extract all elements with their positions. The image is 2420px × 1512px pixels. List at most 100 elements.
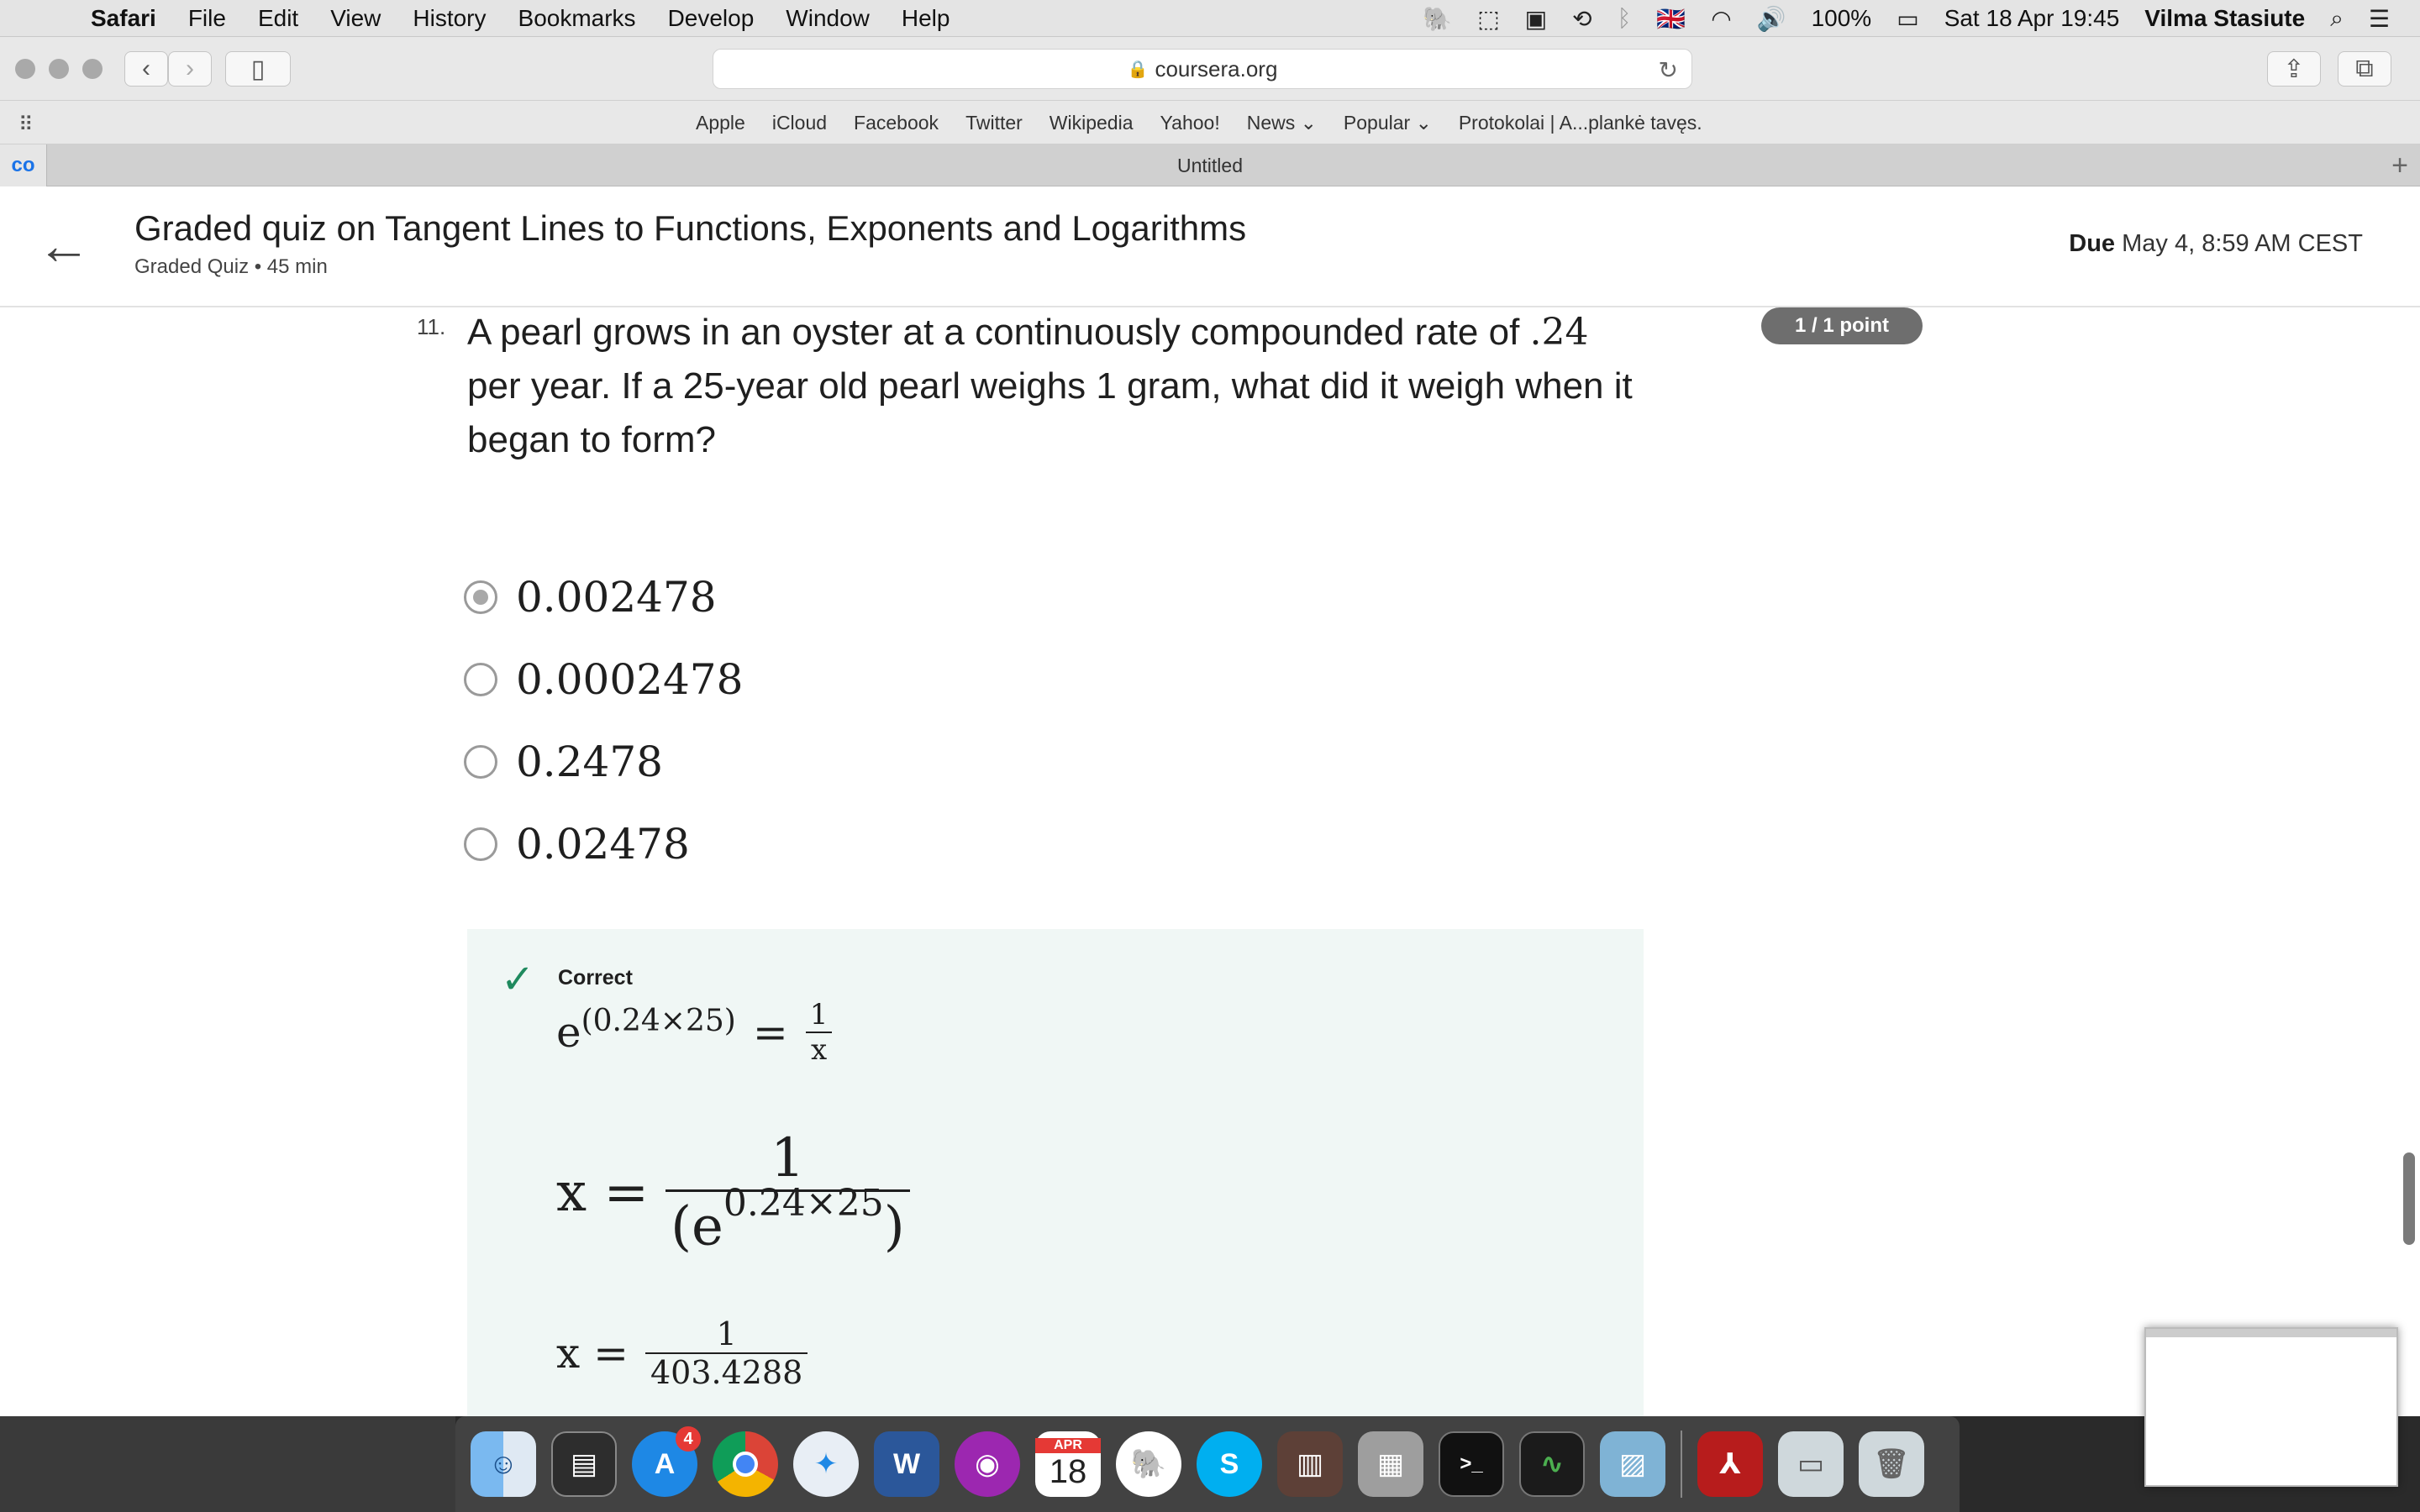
- input-source-flag-icon[interactable]: 🇬🇧: [1656, 5, 1686, 33]
- option-label: 0.0002478: [516, 655, 744, 704]
- answer-option-3[interactable]: 0.2478: [464, 732, 663, 791]
- bookmark-popular-folder[interactable]: Popular ⌄: [1344, 112, 1432, 134]
- answer-option-1[interactable]: 0.002478: [464, 568, 717, 627]
- bookmark-facebook[interactable]: Facebook: [854, 112, 939, 134]
- trash-icon[interactable]: 🗑: [1859, 1431, 1924, 1497]
- activity-monitor-icon[interactable]: ∿: [1519, 1431, 1585, 1497]
- radio-button[interactable]: [464, 827, 497, 861]
- answer-option-4[interactable]: 0.02478: [464, 815, 690, 874]
- calibre-icon[interactable]: ▥: [1277, 1431, 1343, 1497]
- eq3-fraction: 1 403.4288: [645, 1315, 808, 1391]
- eq1-exponent: (0.24×25): [581, 1003, 736, 1038]
- bookmark-yahoo[interactable]: Yahoo!: [1160, 112, 1220, 134]
- calculator-icon[interactable]: ▦: [1358, 1431, 1423, 1497]
- share-icon: ⇪: [2283, 55, 2305, 83]
- chrome-icon[interactable]: [713, 1431, 778, 1497]
- finder-icon[interactable]: ☺: [471, 1431, 536, 1497]
- answer-option-2[interactable]: 0.0002478: [464, 650, 743, 709]
- calendar-month: APR: [1035, 1437, 1101, 1453]
- web-page: ← Graded quiz on Tangent Lines to Functi…: [0, 186, 2420, 1416]
- due-date: Due May 4, 8:59 AM CEST: [2069, 230, 2363, 258]
- acrobat-icon[interactable]: ⅄: [1697, 1431, 1763, 1497]
- reload-icon[interactable]: ↻: [1659, 56, 1678, 84]
- tab-overview-button[interactable]: ⧉: [2338, 51, 2391, 87]
- menu-bar: Safari File Edit View History Bookmarks …: [0, 0, 2420, 37]
- eq2-den-open: (e: [671, 1195, 723, 1258]
- bookmark-news-folder[interactable]: News ⌄: [1247, 112, 1317, 134]
- eq1-numerator: 1: [809, 998, 829, 1032]
- radio-button-selected[interactable]: [464, 580, 497, 614]
- spotlight-search-icon[interactable]: ⌕: [2330, 5, 2344, 33]
- forward-button[interactable]: ›: [168, 51, 212, 87]
- bluetooth-icon[interactable]: ᛒ: [1618, 5, 1632, 32]
- menu-history[interactable]: History: [413, 5, 486, 32]
- zoom-window-button[interactable]: [82, 59, 103, 79]
- calendar-icon[interactable]: APR 18: [1035, 1431, 1101, 1497]
- radio-button[interactable]: [464, 745, 497, 779]
- safari-icon[interactable]: ✦: [793, 1431, 859, 1497]
- bookmark-protokolai[interactable]: Protokolai | A...plankė tavęs.: [1459, 112, 1702, 134]
- battery-icon[interactable]: ▭: [1897, 5, 1918, 33]
- menu-develop[interactable]: Develop: [668, 5, 755, 32]
- minimize-window-button[interactable]: [49, 59, 69, 79]
- eq2-den-close: ): [883, 1195, 905, 1258]
- wifi-icon[interactable]: ◠: [1711, 5, 1731, 33]
- active-tab[interactable]: Untitled: [47, 144, 2373, 186]
- app-store-icon[interactable]: A4: [632, 1426, 701, 1497]
- bookmark-twitter[interactable]: Twitter: [965, 112, 1023, 134]
- screenshot-status-icon[interactable]: ⬚: [1477, 5, 1499, 33]
- bookmark-wikipedia[interactable]: Wikipedia: [1050, 112, 1134, 134]
- radio-button[interactable]: [464, 663, 497, 696]
- word-icon[interactable]: W: [874, 1431, 939, 1497]
- podcasts-icon[interactable]: ◉: [955, 1431, 1020, 1497]
- page-scrollbar[interactable]: [2403, 1152, 2415, 1245]
- evernote-status-icon[interactable]: 🐘: [1423, 5, 1452, 33]
- favorites-grid-icon[interactable]: ⠿: [18, 113, 34, 137]
- screenshot-thumbnail[interactable]: [2144, 1327, 2398, 1487]
- eq3-lhs: x =: [556, 1329, 629, 1378]
- notification-center-icon[interactable]: ☰: [2369, 5, 2390, 33]
- quiz-header: ← Graded quiz on Tangent Lines to Functi…: [0, 186, 2420, 307]
- address-bar[interactable]: 🔒 coursera.org ↻: [713, 49, 1692, 89]
- pinned-tab-coursera[interactable]: co: [0, 144, 47, 186]
- back-arrow-icon[interactable]: ←: [37, 218, 91, 272]
- display-status-icon[interactable]: ▣: [1525, 5, 1547, 33]
- evernote-icon[interactable]: 🐘: [1116, 1431, 1181, 1497]
- time-machine-icon[interactable]: ⟲: [1572, 5, 1591, 33]
- dock: ☺ ▤ A4 ✦ W ◉ APR 18 🐘 S ▥ ▦ >_ ∿ ▨ ⅄ ▭ 🗑: [455, 1416, 1960, 1512]
- question-number: 11.: [417, 314, 446, 339]
- disk-icon[interactable]: ▭: [1778, 1431, 1844, 1497]
- question-text: A pearl grows in an oyster at a continuo…: [467, 306, 1644, 467]
- image-capture-icon[interactable]: ▤: [551, 1431, 617, 1497]
- bookmark-apple[interactable]: Apple: [696, 112, 745, 134]
- eq2-lhs: x =: [556, 1161, 650, 1224]
- eq3-denominator: 403.4288: [645, 1352, 808, 1391]
- quiz-subtitle: Graded Quiz • 45 min: [134, 255, 328, 278]
- menu-user[interactable]: Vilma Stasiute: [2144, 5, 2305, 32]
- menu-bookmarks[interactable]: Bookmarks: [518, 5, 636, 32]
- eq2-denominator: (e0.24×25): [666, 1182, 910, 1258]
- new-tab-icon[interactable]: +: [2391, 150, 2408, 182]
- menu-app-safari[interactable]: Safari: [91, 5, 156, 32]
- terminal-icon[interactable]: >_: [1439, 1431, 1504, 1497]
- sidebar-toggle-button[interactable]: ▯: [225, 51, 291, 87]
- menu-file[interactable]: File: [188, 5, 226, 32]
- preview-icon[interactable]: ▨: [1600, 1431, 1665, 1497]
- menu-view[interactable]: View: [330, 5, 381, 32]
- skype-icon[interactable]: S: [1197, 1431, 1262, 1497]
- menu-help[interactable]: Help: [902, 5, 950, 32]
- menu-edit[interactable]: Edit: [258, 5, 298, 32]
- battery-percentage[interactable]: 100%: [1812, 5, 1872, 32]
- bookmark-icloud[interactable]: iCloud: [772, 112, 827, 134]
- close-window-button[interactable]: [15, 59, 35, 79]
- eq3-numerator: 1: [716, 1315, 737, 1352]
- eq1-denominator: x: [805, 1032, 833, 1067]
- menu-window[interactable]: Window: [786, 5, 870, 32]
- back-button[interactable]: ‹: [124, 51, 168, 87]
- eq2-fraction: 1 (e0.24×25): [666, 1127, 910, 1257]
- browser-toolbar: ‹ › ▯ 🔒 coursera.org ↻ ⇪ ⧉: [0, 37, 2420, 101]
- volume-icon[interactable]: 🔊: [1757, 5, 1786, 33]
- share-button[interactable]: ⇪: [2267, 51, 2321, 87]
- question-text-after: per year. If a 25-year old pearl weighs …: [467, 365, 1633, 460]
- menu-clock[interactable]: Sat 18 Apr 19:45: [1944, 5, 2120, 32]
